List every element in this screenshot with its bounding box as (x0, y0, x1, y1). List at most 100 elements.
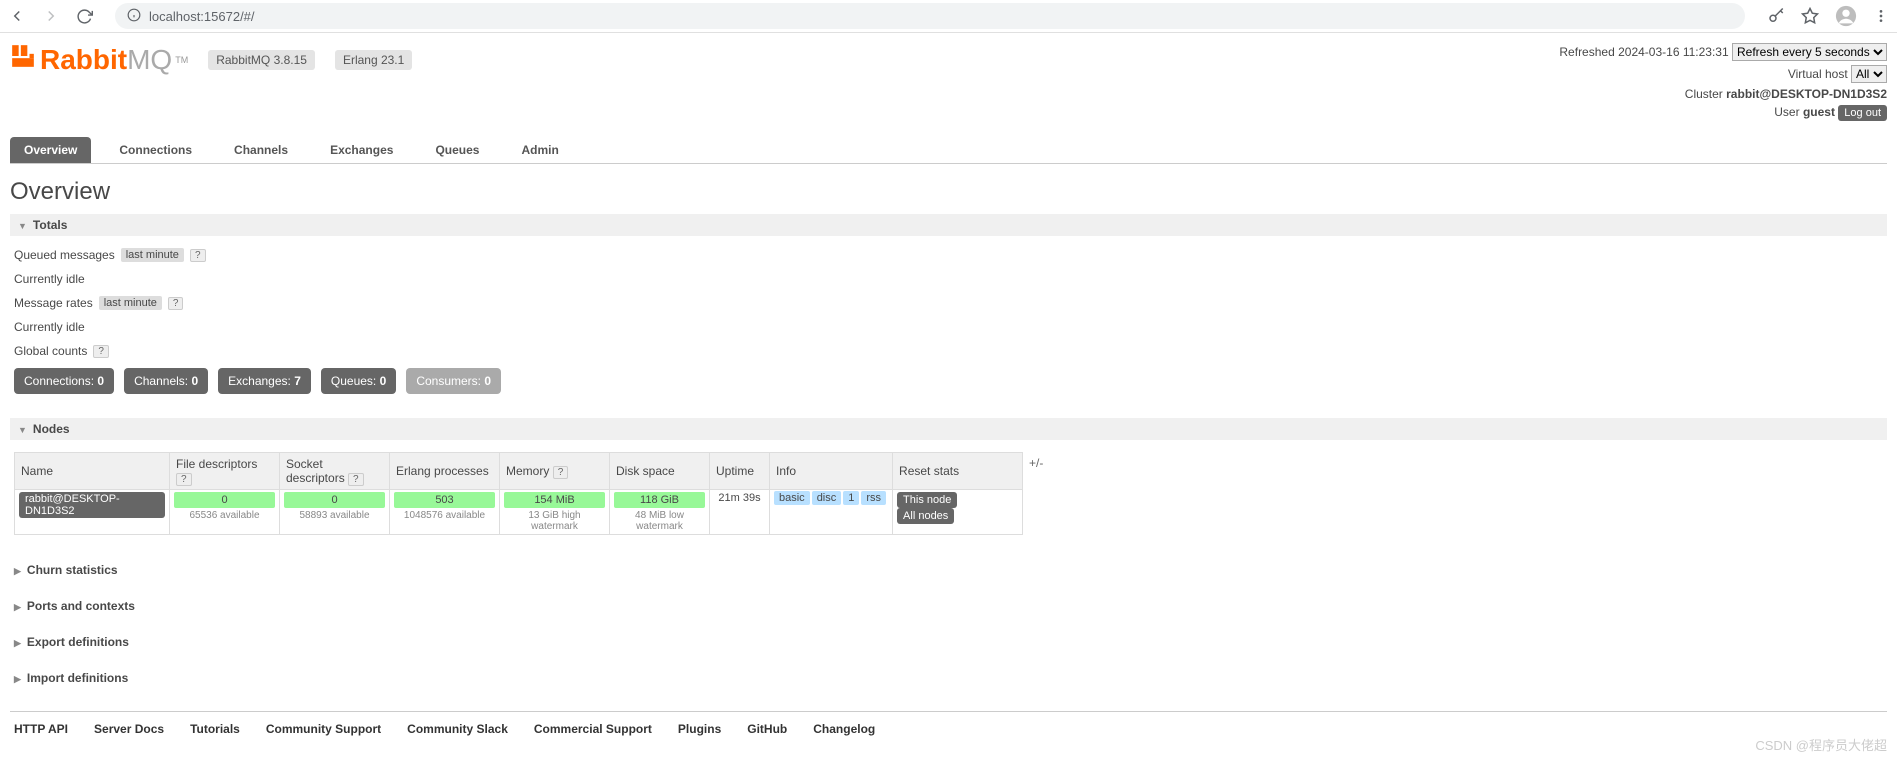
table-row: rabbit@DESKTOP-DN1D3S2 065536 available … (15, 490, 1023, 535)
refresh-interval-select[interactable]: Refresh every 5 seconds (1732, 43, 1887, 61)
idle-text: Currently idle (14, 320, 1883, 334)
tab-connections[interactable]: Connections (105, 137, 206, 163)
section-import[interactable]: Import definitions (10, 665, 1887, 691)
star-icon[interactable] (1801, 7, 1819, 25)
connections-count[interactable]: Connections: 0 (14, 368, 114, 394)
col-reset: Reset stats (893, 453, 1023, 490)
reset-this-node-button[interactable]: This node (897, 492, 957, 508)
footer-server-docs[interactable]: Server Docs (94, 722, 164, 736)
erlang-badge: Erlang 23.1 (335, 50, 412, 70)
page-title: Overview (10, 178, 1887, 206)
mem-watermark: 13 GiB high watermark (504, 510, 605, 532)
message-rates-label: Message rates (14, 296, 93, 310)
queues-count[interactable]: Queues: 0 (321, 368, 396, 394)
footer-commercial-support[interactable]: Commercial Support (534, 722, 652, 736)
footer-community-slack[interactable]: Community Slack (407, 722, 508, 736)
col-mem: Memory ? (500, 453, 610, 490)
disk-watermark: 48 MiB low watermark (614, 510, 705, 532)
cluster-name: rabbit@DESKTOP-DN1D3S2 (1726, 87, 1887, 101)
section-nodes-header[interactable]: Nodes (10, 418, 1887, 440)
forward-icon[interactable] (42, 7, 60, 25)
back-icon[interactable] (8, 7, 26, 25)
logout-button[interactable]: Log out (1838, 105, 1887, 121)
last-minute-tag[interactable]: last minute (99, 296, 162, 310)
mem-value: 154 MiB (504, 492, 605, 508)
node-name-badge[interactable]: rabbit@DESKTOP-DN1D3S2 (19, 492, 165, 518)
col-ep: Erlang processes (390, 453, 500, 490)
sd-value: 0 (284, 492, 385, 508)
sd-available: 58893 available (284, 510, 385, 521)
tab-channels[interactable]: Channels (220, 137, 302, 163)
section-ports[interactable]: Ports and contexts (10, 593, 1887, 619)
tab-overview[interactable]: Overview (10, 137, 91, 163)
tab-admin[interactable]: Admin (507, 137, 572, 163)
rabbitmq-icon (10, 43, 36, 76)
uptime-value: 21m 39s (710, 490, 770, 535)
watermark: CSDN @程序员大佬超 (1755, 735, 1887, 754)
footer-http-api[interactable]: HTTP API (14, 722, 68, 736)
col-uptime: Uptime (710, 453, 770, 490)
help-icon[interactable]: ? (176, 473, 192, 486)
section-churn[interactable]: Churn statistics (10, 557, 1887, 583)
profile-icon[interactable] (1835, 5, 1857, 27)
key-icon[interactable] (1767, 7, 1785, 25)
vhost-label: Virtual host (1788, 67, 1848, 81)
chevron-down-icon (18, 422, 27, 436)
col-fd: File descriptors ? (170, 453, 280, 490)
info-rss-badge[interactable]: rss (861, 491, 886, 505)
footer-tutorials[interactable]: Tutorials (190, 722, 240, 736)
col-info: Info (770, 453, 893, 490)
help-icon[interactable]: ? (553, 466, 569, 479)
chevron-right-icon (14, 635, 21, 649)
address-bar[interactable]: localhost:15672/#/ (115, 3, 1745, 29)
help-icon[interactable]: ? (168, 297, 184, 310)
fd-value: 0 (174, 492, 275, 508)
info-1-badge[interactable]: 1 (843, 491, 859, 505)
col-sd: Socket descriptors ? (280, 453, 390, 490)
chevron-down-icon (18, 218, 27, 232)
section-export[interactable]: Export definitions (10, 629, 1887, 655)
cluster-label: Cluster (1685, 87, 1723, 101)
tab-exchanges[interactable]: Exchanges (316, 137, 407, 163)
info-disc-badge[interactable]: disc (812, 491, 842, 505)
footer-links: HTTP API Server Docs Tutorials Community… (10, 711, 1887, 746)
help-icon[interactable]: ? (190, 249, 206, 262)
channels-count[interactable]: Channels: 0 (124, 368, 208, 394)
disk-value: 118 GiB (614, 492, 705, 508)
user-label: User (1774, 105, 1799, 119)
menu-icon[interactable] (1873, 8, 1889, 24)
chevron-right-icon (14, 599, 21, 613)
reset-all-nodes-button[interactable]: All nodes (897, 508, 954, 524)
idle-text: Currently idle (14, 272, 1883, 286)
footer-github[interactable]: GitHub (747, 722, 787, 736)
exchanges-count[interactable]: Exchanges: 7 (218, 368, 311, 394)
version-badge: RabbitMQ 3.8.15 (208, 50, 315, 70)
col-disk: Disk space (610, 453, 710, 490)
footer-community-support[interactable]: Community Support (266, 722, 381, 736)
reload-icon[interactable] (76, 8, 93, 25)
info-basic-badge[interactable]: basic (774, 491, 810, 505)
chevron-right-icon (14, 671, 21, 685)
ep-available: 1048576 available (394, 510, 495, 521)
footer-changelog[interactable]: Changelog (813, 722, 875, 736)
chevron-right-icon (14, 563, 21, 577)
help-icon[interactable]: ? (348, 473, 364, 486)
browser-toolbar: localhost:15672/#/ (0, 0, 1897, 33)
queued-messages-label: Queued messages (14, 248, 115, 262)
rabbitmq-logo[interactable]: RabbitMQTM (10, 43, 188, 76)
nodes-table: Name File descriptors ? Socket descripto… (14, 452, 1023, 535)
help-icon[interactable]: ? (93, 345, 109, 358)
site-info-icon[interactable] (127, 8, 141, 25)
global-counts-label: Global counts (14, 344, 87, 358)
footer-plugins[interactable]: Plugins (678, 722, 721, 736)
section-totals-header[interactable]: Totals (10, 214, 1887, 236)
refreshed-time: 2024-03-16 11:23:31 (1618, 45, 1729, 59)
ep-value: 503 (394, 492, 495, 508)
last-minute-tag[interactable]: last minute (121, 248, 184, 262)
tab-queues[interactable]: Queues (421, 137, 493, 163)
vhost-select[interactable]: All (1851, 65, 1887, 83)
url-text: localhost:15672/#/ (149, 9, 255, 24)
user-name: guest (1803, 105, 1835, 119)
columns-toggle[interactable]: +/- (1029, 452, 1043, 470)
consumers-count[interactable]: Consumers: 0 (406, 368, 501, 394)
